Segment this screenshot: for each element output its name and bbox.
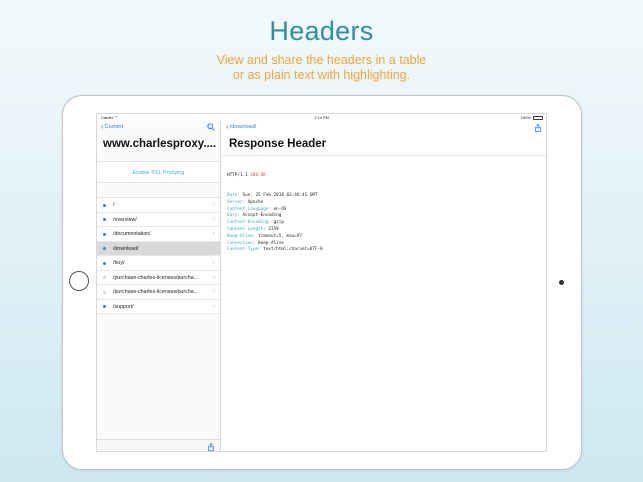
header-name: Server: [227, 199, 246, 205]
header-value: en-US [273, 206, 287, 212]
header-name: Vary: [227, 213, 240, 219]
detail-title: Response Header [229, 138, 327, 150]
promo-subtitle: View and share the headers in a table or… [0, 53, 643, 83]
header-value: Keep-Alive [258, 240, 284, 246]
path-label: /buy/ [113, 260, 125, 266]
header-value: timeout=5, max=97 [258, 233, 303, 239]
chevron-left-icon: ‹ [101, 122, 104, 131]
list-item[interactable]: /download/ › [97, 241, 220, 256]
header-name: Content-Length: [227, 226, 266, 232]
home-button[interactable] [69, 271, 89, 291]
status-dot-icon [103, 247, 106, 250]
chevron-right-icon: › [213, 303, 215, 310]
front-camera [559, 280, 564, 285]
detail-divider [222, 155, 546, 156]
battery-indicator: 100% [521, 114, 543, 121]
chevron-right-icon: › [213, 202, 215, 208]
share-icon[interactable] [534, 124, 542, 132]
status-dot-icon [103, 232, 106, 236]
list-item[interactable]: /buy/ › [97, 256, 220, 271]
back-label: Current [104, 124, 124, 130]
response-header-text: HTTP/1.1 200 OK Date: Sun, 25 Feb 2018 0… [227, 159, 323, 268]
path-list: / ›/overview/›/documentation/›/download/›… [97, 197, 220, 314]
protocol: HTTP/1.1 [227, 172, 248, 178]
status-bar: Carrier ◠ 1:14 PM 100% [97, 114, 546, 121]
list-item[interactable]: /overview/ › [97, 212, 220, 227]
chevron-right-icon: › [213, 245, 215, 252]
header-line: Keep-Alive: timeout=5, max=97 [227, 234, 323, 241]
status-dot-icon [103, 261, 106, 265]
back-button-current[interactable]: ‹ Current [101, 122, 124, 131]
header-value: Apache [247, 199, 264, 205]
header-value: text/html;charset=UTF-8 [263, 247, 323, 253]
chevron-left-icon: ‹ [226, 122, 229, 131]
back-button-download[interactable]: ‹ /download/ [226, 122, 257, 131]
list-item[interactable]: /purchase-charles-licenses/purcha... › [97, 270, 220, 285]
status-dot-icon [103, 203, 106, 207]
path-label: /purchase-charles-licenses/purcha... [113, 274, 199, 281]
header-name: Content-Language: [227, 206, 271, 212]
path-label: /overview/ [113, 216, 137, 223]
path-label: /support/ [113, 303, 134, 310]
status-dot-icon [103, 290, 106, 294]
header-line: Content-Length: 2359 [227, 227, 323, 234]
header-name: Date: [227, 192, 240, 198]
detail-pane: ‹ /download/ Response Header HTTP/1.1 20… [222, 121, 546, 451]
header-value: Accept-Encoding [242, 213, 282, 219]
header-line: Content-Encoding: gzip [227, 220, 323, 227]
header-name: Content-Encoding: [227, 220, 271, 226]
header-value: Sun, 25 Feb 2018 03:46:45 GMT [242, 192, 318, 198]
status-line: HTTP/1.1 200 OK [227, 173, 323, 180]
search-icon[interactable] [207, 123, 215, 131]
header-line: Content-Type: text/html;charset=UTF-8 [227, 247, 323, 254]
enable-ssl-proxying-button[interactable]: Enable SSL Proxying [97, 161, 220, 183]
status-dot-icon [103, 305, 106, 308]
status-code: 200 OK [250, 172, 266, 178]
path-label: /purchase-charles-licenses/purcha... [113, 289, 199, 295]
back-label: /download/ [229, 124, 257, 130]
header-value: 2359 [268, 226, 279, 232]
status-dot-icon [103, 276, 106, 279]
chevron-right-icon: › [213, 260, 215, 266]
promo-subtitle-line-1: View and share the headers in a table [216, 53, 427, 67]
master-toolbar [97, 439, 220, 451]
share-icon[interactable] [207, 443, 215, 451]
header-name: Connection: [227, 240, 256, 246]
master-pane: ‹ Current www.charlesproxy.... Enable SS… [97, 121, 221, 451]
battery-percent: 100% [520, 115, 531, 120]
path-label: /documentation/ [113, 231, 151, 237]
host-title: www.charlesproxy.... [103, 138, 217, 150]
chevron-right-icon: › [213, 289, 215, 295]
list-item[interactable]: / › [97, 198, 220, 213]
path-label: / [113, 202, 115, 208]
status-dot-icon [103, 218, 106, 221]
list-item[interactable]: /support/ › [97, 299, 220, 314]
chevron-right-icon: › [213, 231, 215, 237]
list-item[interactable]: /purchase-charles-licenses/purcha... › [97, 285, 220, 300]
header-name: Content-Type: [227, 247, 261, 253]
header-line: Server: Apache [227, 200, 323, 207]
header-line: Date: Sun, 25 Feb 2018 03:46:45 GMT [227, 193, 323, 200]
chevron-right-icon: › [213, 216, 215, 223]
header-value: gzip [273, 220, 284, 226]
promo-subtitle-line-2: or as plain text with highlighting. [232, 68, 411, 82]
promo-title: Headers [269, 16, 374, 46]
status-time: 1:14 PM [314, 115, 329, 120]
chevron-right-icon: › [213, 274, 215, 281]
ipad-screen: Carrier ◠ 1:14 PM 100% ‹ Current www.cha… [96, 113, 547, 452]
path-label: /download/ [113, 245, 139, 252]
list-item[interactable]: /documentation/ › [97, 227, 220, 242]
battery-icon [533, 115, 543, 120]
header-name: Keep-Alive: [227, 233, 256, 239]
